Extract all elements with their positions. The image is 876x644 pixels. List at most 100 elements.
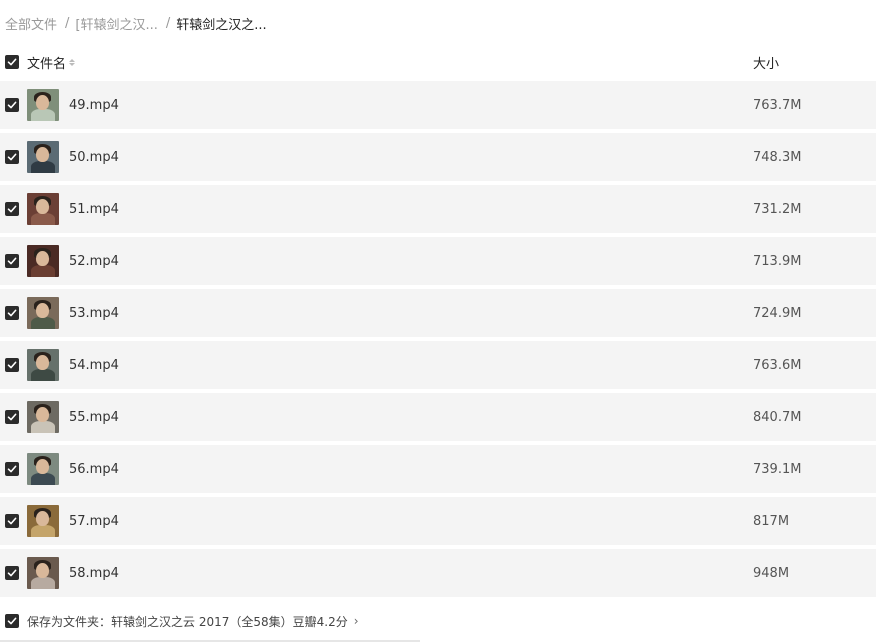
file-row[interactable]: 49.mp4 763.7M: [0, 81, 876, 129]
video-thumbnail: [27, 557, 59, 589]
file-checkbox[interactable]: [5, 98, 19, 112]
file-name: 54.mp4: [69, 357, 119, 373]
file-size: 713.9M: [753, 253, 802, 269]
thumbnail-face: [36, 199, 49, 214]
file-size: 763.6M: [753, 357, 802, 373]
checkmark-icon: [7, 465, 17, 473]
thumbnail-face: [36, 147, 49, 162]
name-column-label: 文件名: [27, 56, 67, 72]
select-all-checkbox[interactable]: [5, 55, 19, 69]
thumbnail-face: [36, 355, 49, 370]
breadcrumb-root[interactable]: 全部文件: [5, 14, 57, 33]
checkmark-icon: [7, 58, 17, 66]
file-size: 748.3M: [753, 149, 802, 165]
breadcrumb: 全部文件 / [轩辕剑之汉... / 轩辕剑之汉之...: [5, 12, 267, 34]
video-thumbnail: [27, 245, 59, 277]
video-thumbnail: [27, 505, 59, 537]
thumbnail-figure: [31, 109, 55, 121]
file-size: 840.7M: [753, 409, 802, 425]
thumbnail-face: [36, 251, 49, 266]
file-size: 731.2M: [753, 201, 802, 217]
file-size: 739.1M: [753, 461, 802, 477]
divider: [0, 640, 420, 642]
thumbnail-figure: [31, 421, 55, 433]
breadcrumb-current: 轩辕剑之汉之...: [176, 17, 267, 33]
checkmark-icon: [7, 617, 17, 625]
checkmark-icon: [7, 413, 17, 421]
file-name: 53.mp4: [69, 305, 119, 321]
checkmark-icon: [7, 205, 17, 213]
file-name: 57.mp4: [69, 513, 119, 529]
file-row[interactable]: 57.mp4 817M: [0, 497, 876, 545]
video-thumbnail: [27, 89, 59, 121]
checkmark-icon: [7, 569, 17, 577]
thumbnail-figure: [31, 473, 55, 485]
file-size: 948M: [753, 565, 790, 581]
breadcrumb-parent[interactable]: [轩辕剑之汉...: [75, 14, 157, 33]
video-thumbnail: [27, 453, 59, 485]
file-name: 50.mp4: [69, 149, 119, 165]
save-as-folder-label[interactable]: 保存为文件夹：轩辕剑之汉之云 2017（全58集）豆瓣4.2分: [27, 613, 348, 630]
file-list: 49.mp4 763.7M 50.mp4 748.3M 51.mp4 731.2M 52.m…: [0, 81, 876, 601]
checkmark-icon: [7, 361, 17, 369]
file-size: 763.7M: [753, 97, 802, 113]
video-thumbnail: [27, 193, 59, 225]
file-name: 52.mp4: [69, 253, 119, 269]
thumbnail-face: [36, 303, 49, 318]
thumbnail-figure: [31, 369, 55, 381]
file-name: 55.mp4: [69, 409, 119, 425]
video-thumbnail: [27, 297, 59, 329]
file-name: 51.mp4: [69, 201, 119, 217]
file-checkbox[interactable]: [5, 150, 19, 164]
thumbnail-face: [36, 95, 49, 110]
file-name: 56.mp4: [69, 461, 119, 477]
thumbnail-figure: [31, 161, 55, 173]
thumbnail-face: [36, 459, 49, 474]
file-row[interactable]: 51.mp4 731.2M: [0, 185, 876, 233]
checkmark-icon: [7, 101, 17, 109]
file-name: 49.mp4: [69, 97, 119, 113]
sort-icon: [69, 58, 76, 66]
save-as-folder-option: 保存为文件夹：轩辕剑之汉之云 2017（全58集）豆瓣4.2分 ›: [0, 611, 876, 631]
file-row[interactable]: 52.mp4 713.9M: [0, 237, 876, 285]
video-thumbnail: [27, 141, 59, 173]
thumbnail-face: [36, 511, 49, 526]
thumbnail-figure: [31, 213, 55, 225]
file-row[interactable]: 50.mp4 748.3M: [0, 133, 876, 181]
file-checkbox[interactable]: [5, 202, 19, 216]
file-row[interactable]: 58.mp4 948M: [0, 549, 876, 597]
file-list-header: 文件名 大小: [0, 49, 876, 75]
breadcrumb-separator: /: [165, 15, 171, 31]
file-checkbox[interactable]: [5, 306, 19, 320]
share-save-panel: 全部文件 / [轩辕剑之汉... / 轩辕剑之汉之... 文件名 大小 49.m…: [0, 0, 876, 644]
thumbnail-figure: [31, 265, 55, 277]
file-row[interactable]: 56.mp4 739.1M: [0, 445, 876, 493]
thumbnail-face: [36, 563, 49, 578]
checkmark-icon: [7, 309, 17, 317]
file-checkbox[interactable]: [5, 462, 19, 476]
file-row[interactable]: 54.mp4 763.6M: [0, 341, 876, 389]
checkmark-icon: [7, 153, 17, 161]
file-size: 817M: [753, 513, 790, 529]
file-row[interactable]: 55.mp4 840.7M: [0, 393, 876, 441]
save-as-folder-checkbox[interactable]: [5, 614, 19, 628]
file-checkbox[interactable]: [5, 410, 19, 424]
thumbnail-figure: [31, 525, 55, 537]
file-checkbox[interactable]: [5, 514, 19, 528]
thumbnail-figure: [31, 317, 55, 329]
video-thumbnail: [27, 401, 59, 433]
checkmark-icon: [7, 517, 17, 525]
file-checkbox[interactable]: [5, 358, 19, 372]
checkmark-icon: [7, 257, 17, 265]
file-size: 724.9M: [753, 305, 802, 321]
file-checkbox[interactable]: [5, 566, 19, 580]
thumbnail-face: [36, 407, 49, 422]
thumbnail-figure: [31, 577, 55, 589]
file-row[interactable]: 53.mp4 724.9M: [0, 289, 876, 337]
chevron-right-icon[interactable]: ›: [354, 614, 359, 628]
file-checkbox[interactable]: [5, 254, 19, 268]
name-column-header[interactable]: 文件名: [27, 53, 76, 72]
size-column-header: 大小: [753, 56, 780, 72]
video-thumbnail: [27, 349, 59, 381]
file-name: 58.mp4: [69, 565, 119, 581]
